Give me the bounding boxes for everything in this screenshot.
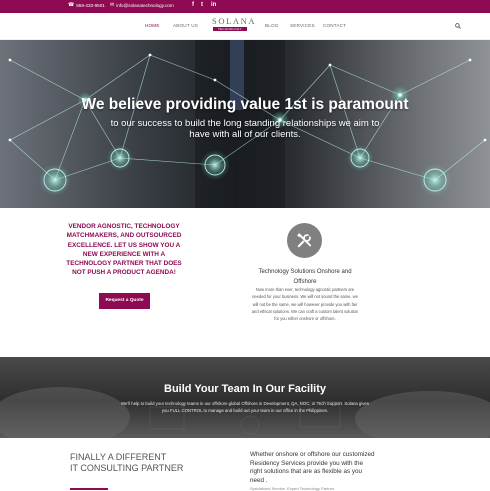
nav-home[interactable]: HOME bbox=[145, 23, 160, 28]
facility-title: Build Your Team In Our Facility bbox=[164, 383, 326, 395]
hero-subtitle: to our success to build the long standin… bbox=[110, 118, 380, 140]
tools-icon bbox=[287, 223, 322, 258]
intro-tagline: VENDOR AGNOSTIC, TECHNOLOGY MATCHMAKERS,… bbox=[66, 223, 182, 277]
facility-background bbox=[0, 387, 490, 438]
request-quote-button[interactable]: Request a Quote bbox=[99, 293, 150, 309]
search-icon[interactable] bbox=[455, 23, 461, 29]
twitter-icon[interactable]: t bbox=[201, 2, 203, 8]
facebook-icon[interactable]: f bbox=[192, 2, 194, 8]
consulting-heading-line2: IT CONSULTING PARTNER bbox=[70, 463, 184, 473]
heading-divider bbox=[70, 488, 108, 490]
residency-subtext: Specialized Service. Expert Technology P… bbox=[250, 486, 335, 491]
hero-banner: We believe providing value 1st is paramo… bbox=[0, 40, 490, 208]
facility-banner: Build Your Team In Our Facility We'll he… bbox=[0, 357, 490, 438]
consulting-heading-line1: FINALLY A DIFFERENT bbox=[70, 452, 167, 462]
site-header: HOME ABOUT US BLOG SERVICES CONTACT SOLA… bbox=[0, 13, 490, 40]
nav-blog[interactable]: BLOG bbox=[265, 23, 279, 28]
phone-number[interactable]: 858-433-9501 bbox=[76, 3, 105, 8]
linkedin-icon[interactable]: in bbox=[211, 2, 216, 8]
logo-tag: TECHNOLOGY bbox=[213, 27, 247, 31]
service-title: Technology Solutions Onshore and Offshor… bbox=[258, 269, 352, 285]
envelope-icon: ✉ bbox=[110, 2, 115, 8]
residency-text: Whether onshore or offshore our customiz… bbox=[250, 451, 375, 484]
nav-services[interactable]: SERVICES bbox=[290, 23, 315, 28]
consulting-heading: FINALLY A DIFFERENT IT CONSULTING PARTNE… bbox=[70, 452, 220, 474]
phone-icon: ☎ bbox=[68, 2, 75, 8]
email-contact[interactable]: ✉ info@solanatechnology.com bbox=[110, 2, 174, 9]
logo-word: SOLANA bbox=[212, 16, 257, 26]
solana-logo[interactable]: SOLANA TECHNOLOGY bbox=[212, 16, 257, 36]
top-bar: ☎ 858-433-9501 ✉ info@solanatechnology.c… bbox=[0, 0, 490, 13]
service-description: Now more than ever, technology agnostic … bbox=[251, 287, 359, 322]
nav-contact[interactable]: CONTACT bbox=[323, 23, 346, 28]
email-address[interactable]: info@solanatechnology.com bbox=[116, 3, 173, 8]
facility-description: We'll help to build your technology team… bbox=[121, 401, 369, 414]
nav-about-us[interactable]: ABOUT US bbox=[173, 23, 198, 28]
phone-contact[interactable]: ☎ 858-433-9501 bbox=[68, 2, 105, 9]
hero-title: We believe providing value 1st is paramo… bbox=[81, 96, 409, 113]
